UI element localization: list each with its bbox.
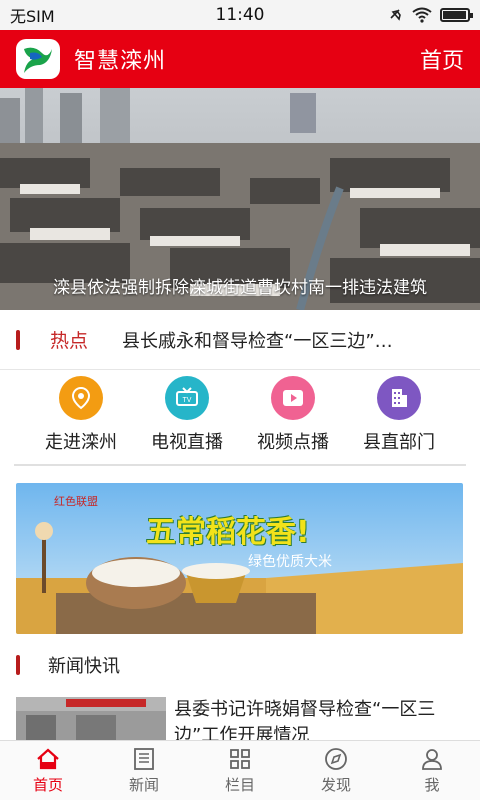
ad-banner[interactable]: 红色联盟 五常稻花香! 绿色优质大米 (16, 483, 463, 634)
ad-slogan: 五常稻花香! (146, 515, 310, 550)
ad-brand: 红色联盟 (54, 496, 98, 508)
quick-link-video-demand[interactable]: 视频点播 (243, 370, 343, 464)
bottom-tab-bar: 首页 新闻 栏目 发现 我 (0, 740, 480, 800)
home-link[interactable]: 首页 (420, 43, 464, 75)
mute-icon (390, 9, 401, 21)
wifi-icon (412, 7, 432, 23)
hot-topic-row[interactable]: 热点 县长戚永和督导检查“一区三边”… (0, 310, 480, 370)
banner-caption: 滦县依法强制拆除滦城街道曹坎村南一排违法建筑 (53, 278, 427, 298)
battery-icon (440, 8, 473, 22)
app-header: 智慧滦州 首页 (0, 30, 480, 88)
app-title: 智慧滦州 (74, 49, 167, 74)
carrier-text: 无SIM (10, 7, 55, 26)
app-logo-icon (16, 39, 60, 79)
quick-link-label: 电视直播 (151, 432, 223, 453)
grid-icon (230, 749, 250, 769)
hot-label: 热点 (50, 330, 89, 352)
quick-links: 走进滦州 TV 电视直播 视频点播 县直部门 (14, 370, 466, 466)
svg-text:TV: TV (183, 397, 192, 404)
tab-home[interactable]: 首页 (0, 741, 96, 800)
tab-label: 我 (424, 776, 440, 794)
quick-link-label: 视频点播 (257, 432, 329, 453)
news-item-title: 县委书记许晓娟督导检查“一区三边”工作开展情况 (174, 699, 436, 741)
quick-link-label: 走进滦州 (45, 432, 117, 453)
quick-link-zoujin[interactable]: 走进滦州 (31, 370, 131, 464)
user-icon (422, 749, 442, 770)
banner-carousel[interactable]: 滦县依法强制拆除滦城街道曹坎村南一排违法建筑 (0, 88, 480, 310)
hot-headline[interactable]: 县长戚永和督导检查“一区三边”… (122, 327, 464, 353)
tab-label: 发现 (320, 776, 351, 794)
news-section-header: 新闻快讯 (0, 643, 480, 687)
tab-label: 栏目 (224, 776, 255, 794)
quick-link-departments[interactable]: 县直部门 (349, 370, 449, 464)
tv-icon: TV (165, 376, 209, 420)
tab-discover[interactable]: 发现 (288, 741, 384, 800)
location-pin-icon (59, 376, 103, 420)
quick-link-label: 县直部门 (363, 432, 435, 453)
building-icon (377, 376, 421, 420)
tab-news[interactable]: 新闻 (96, 741, 192, 800)
quick-link-tv-live[interactable]: TV 电视直播 (137, 370, 237, 464)
status-icons (388, 7, 473, 23)
tab-columns[interactable]: 栏目 (192, 741, 288, 800)
section-marker (16, 329, 20, 350)
section-marker (16, 655, 20, 675)
news-section-title: 新闻快讯 (48, 656, 120, 677)
news-thumbnail (16, 697, 166, 741)
ad-subtitle: 绿色优质大米 (248, 554, 332, 570)
home-icon (37, 748, 59, 770)
news-list-item[interactable]: 县委书记许晓娟督导检查“一区三边”工作开展情况 (0, 697, 480, 741)
status-bar: 无SIM 11:40 (0, 0, 480, 30)
tab-me[interactable]: 我 (384, 741, 480, 800)
compass-icon (325, 748, 347, 770)
tab-label: 首页 (32, 776, 63, 794)
news-icon (134, 748, 154, 770)
play-icon (271, 376, 315, 420)
tab-label: 新闻 (128, 776, 159, 794)
